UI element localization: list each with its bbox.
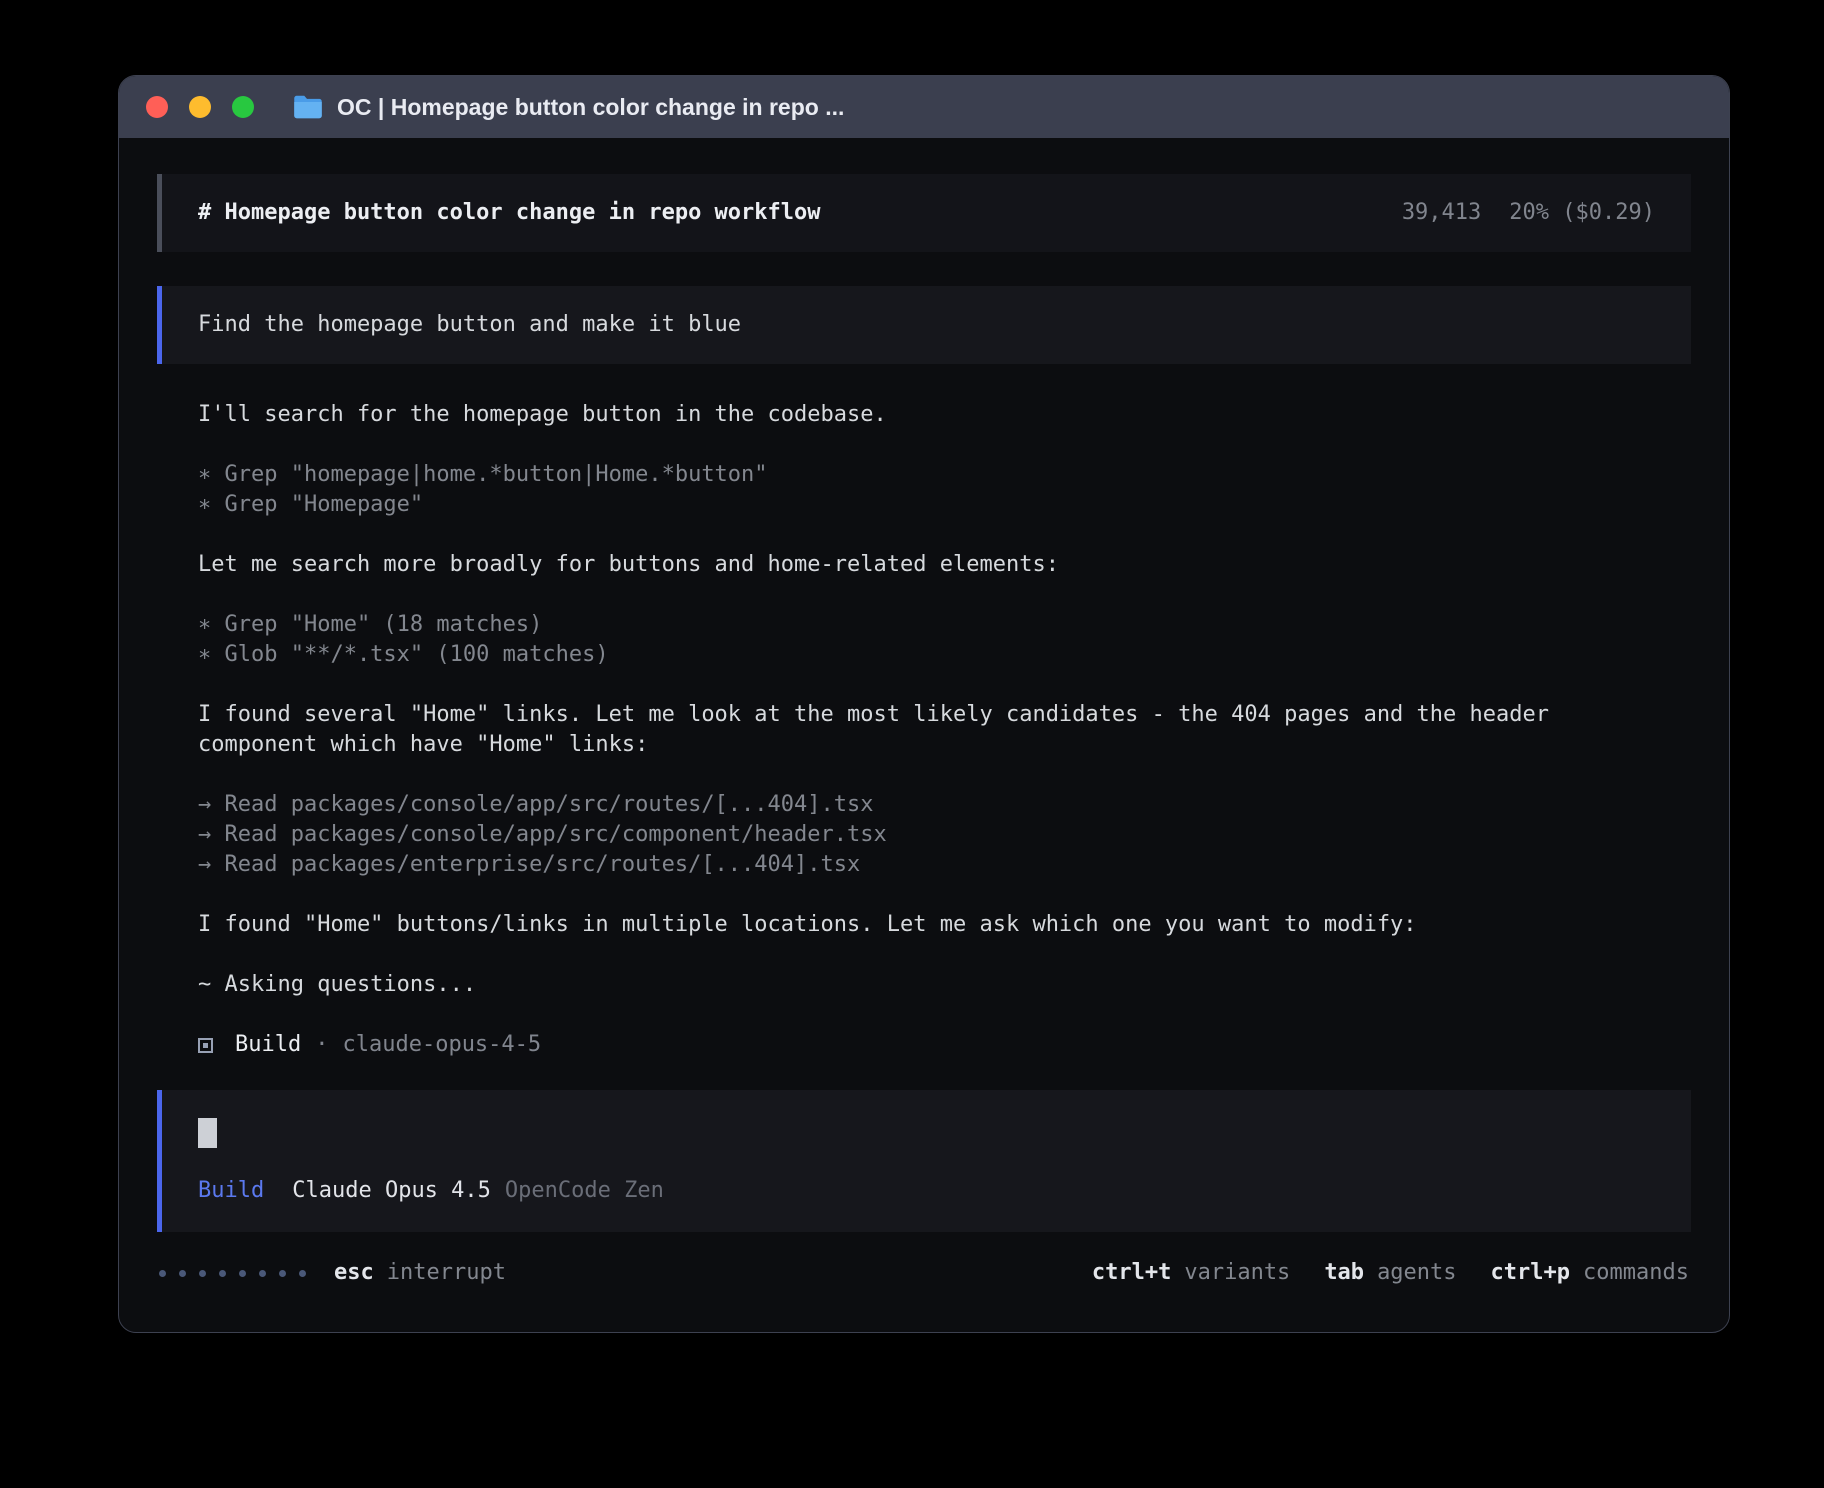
hint-label-interrupt: interrupt bbox=[387, 1258, 506, 1288]
input-meta-row: Build Claude Opus 4.5 OpenCode Zen bbox=[198, 1176, 1655, 1206]
hint-variants: ctrl+t variants bbox=[1092, 1258, 1290, 1288]
statusbar: esc interrupt ctrl+t variants tab agents… bbox=[157, 1232, 1691, 1332]
tool-call-read: → Read packages/enterprise/src/routes/[.… bbox=[198, 850, 1650, 880]
minimize-button[interactable] bbox=[189, 96, 211, 118]
tool-call-grep: ∗ Grep "homepage|home.*button|Home.*butt… bbox=[198, 460, 1650, 490]
agent-model: claude-opus-4-5 bbox=[342, 1030, 541, 1060]
terminal-content: # Homepage button color change in repo w… bbox=[119, 138, 1729, 1332]
session-header: # Homepage button color change in repo w… bbox=[157, 174, 1691, 252]
tool-call-grep: ∗ Grep "Home" (18 matches) bbox=[198, 610, 1650, 640]
terminal-window: OC | Homepage button color change in rep… bbox=[118, 75, 1730, 1333]
progress-dots bbox=[159, 1270, 306, 1277]
session-meta: 39,413 20% ($0.29) bbox=[1402, 198, 1655, 228]
tool-call-read: → Read packages/console/app/src/componen… bbox=[198, 820, 1650, 850]
assistant-paragraph: I found several "Home" links. Let me loo… bbox=[198, 700, 1650, 760]
tool-call-group: ∗ Grep "homepage|home.*button|Home.*butt… bbox=[198, 460, 1650, 520]
context-cost: 20% ($0.29) bbox=[1509, 198, 1655, 228]
close-button[interactable] bbox=[146, 96, 168, 118]
tool-call-read: → Read packages/console/app/src/routes/[… bbox=[198, 790, 1650, 820]
input-provider-label: OpenCode Zen bbox=[505, 1176, 664, 1206]
session-title: # Homepage button color change in repo w… bbox=[198, 198, 821, 228]
window-title: OC | Homepage button color change in rep… bbox=[337, 94, 844, 121]
assistant-status-text: ~ Asking questions... bbox=[198, 970, 1650, 1000]
agent-name: Build bbox=[235, 1030, 301, 1060]
token-count: 39,413 bbox=[1402, 198, 1481, 228]
assistant-transcript: I'll search for the homepage button in t… bbox=[157, 364, 1691, 1060]
assistant-paragraph: Let me search more broadly for buttons a… bbox=[198, 550, 1650, 580]
tool-call-glob: ∗ Glob "**/*.tsx" (100 matches) bbox=[198, 640, 1650, 670]
statusbar-left: esc interrupt bbox=[159, 1258, 506, 1288]
tool-call-group: → Read packages/console/app/src/routes/[… bbox=[198, 790, 1650, 880]
hint-label-commands: commands bbox=[1583, 1258, 1689, 1288]
hint-commands: ctrl+p commands bbox=[1491, 1258, 1689, 1288]
folder-icon bbox=[293, 94, 323, 120]
hint-label-variants: variants bbox=[1184, 1258, 1290, 1288]
tool-call-group: ∗ Grep "Home" (18 matches) ∗ Glob "**/*.… bbox=[198, 610, 1650, 670]
user-message-text: Find the homepage button and make it blu… bbox=[198, 312, 741, 337]
input-model-label: Claude Opus 4.5 bbox=[292, 1176, 491, 1206]
hint-interrupt: esc interrupt bbox=[334, 1258, 506, 1288]
statusbar-right: ctrl+t variants tab agents ctrl+p comman… bbox=[1092, 1258, 1689, 1288]
assistant-paragraph: I found "Home" buttons/links in multiple… bbox=[198, 910, 1650, 940]
agent-separator: · bbox=[315, 1030, 328, 1060]
hint-key-ctrl-t: ctrl+t bbox=[1092, 1258, 1171, 1288]
assistant-paragraph: I'll search for the homepage button in t… bbox=[198, 400, 1650, 430]
hint-key-esc: esc bbox=[334, 1258, 374, 1288]
hint-key-tab: tab bbox=[1324, 1258, 1364, 1288]
text-cursor bbox=[198, 1118, 217, 1148]
hint-key-ctrl-p: ctrl+p bbox=[1491, 1258, 1570, 1288]
prompt-input[interactable]: Build Claude Opus 4.5 OpenCode Zen bbox=[157, 1090, 1691, 1232]
tool-call-grep: ∗ Grep "Homepage" bbox=[198, 490, 1650, 520]
agent-status-line: Build · claude-opus-4-5 bbox=[198, 1030, 1650, 1060]
user-message: Find the homepage button and make it blu… bbox=[157, 286, 1691, 364]
agent-square-icon bbox=[198, 1038, 213, 1053]
input-agent-label[interactable]: Build bbox=[198, 1176, 264, 1206]
zoom-button[interactable] bbox=[232, 96, 254, 118]
titlebar: OC | Homepage button color change in rep… bbox=[119, 76, 1729, 138]
hint-label-agents: agents bbox=[1377, 1258, 1456, 1288]
hint-agents: tab agents bbox=[1324, 1258, 1456, 1288]
